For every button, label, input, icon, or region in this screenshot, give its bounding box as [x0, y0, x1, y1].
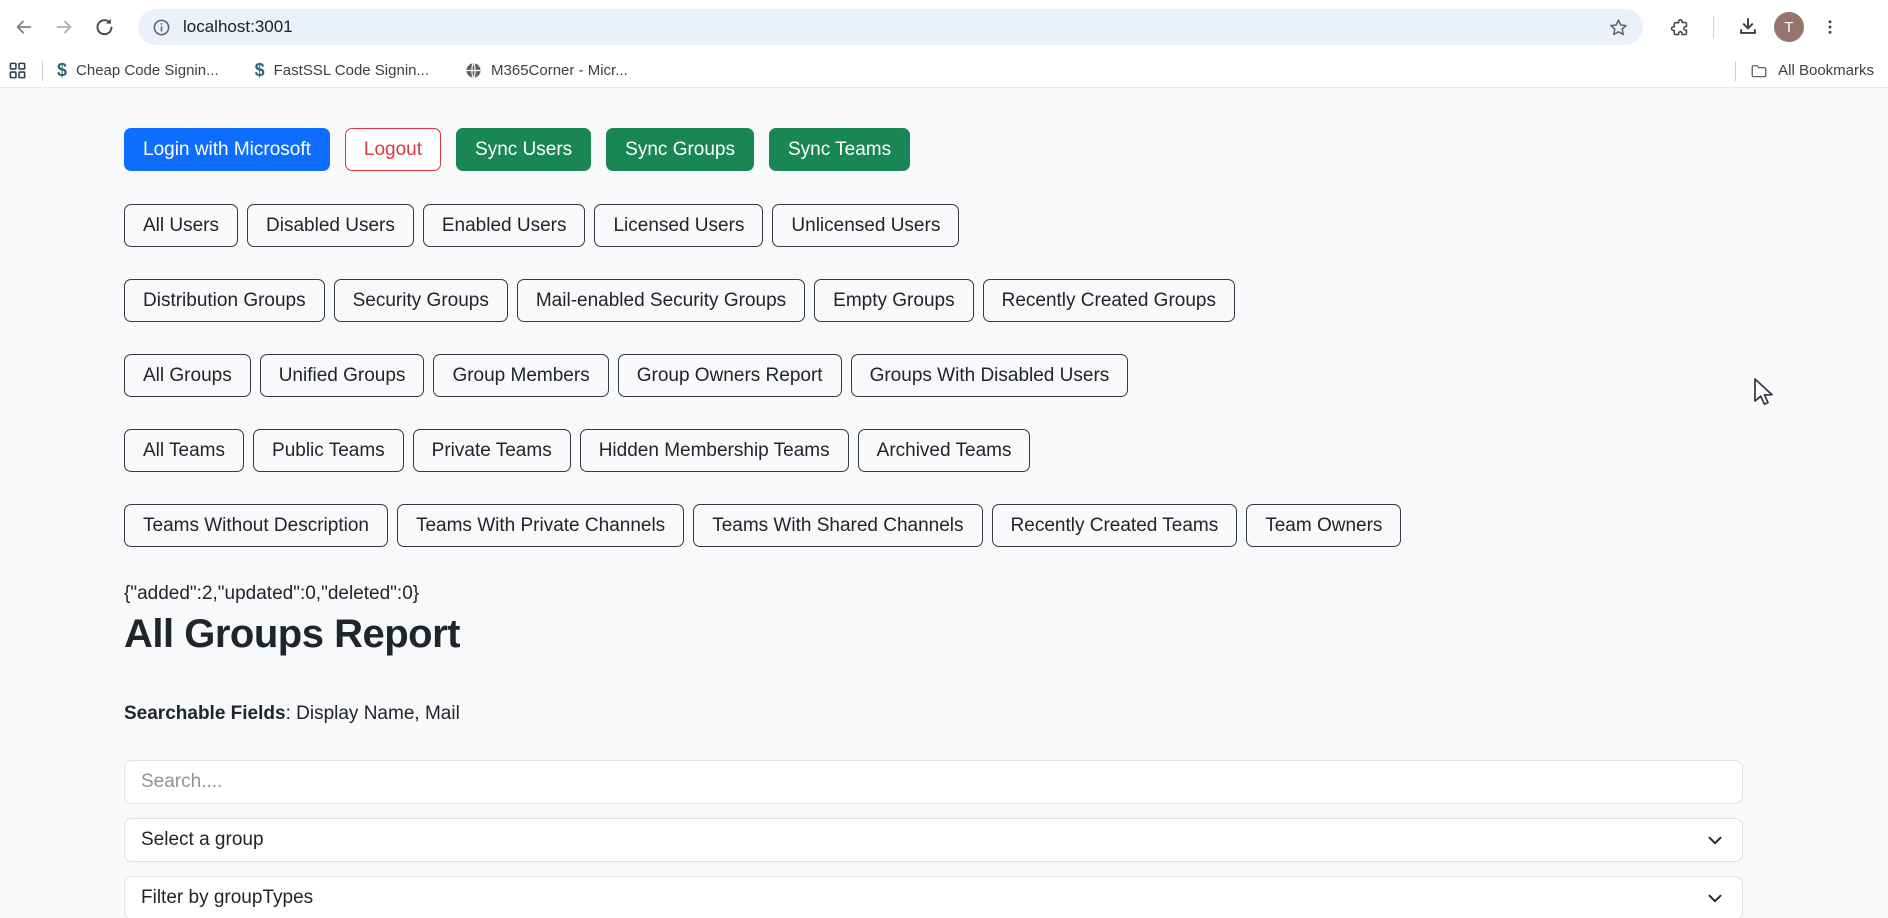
group-members-button[interactable]: Group Members: [433, 354, 608, 397]
search-field-wrap: [124, 760, 1743, 804]
action-buttons-row: Login with Microsoft Logout Sync Users S…: [124, 128, 1888, 171]
sync-groups-button[interactable]: Sync Groups: [606, 128, 754, 171]
empty-groups-button[interactable]: Empty Groups: [814, 279, 973, 322]
unified-groups-button[interactable]: Unified Groups: [260, 354, 425, 397]
group-types-filter-value: Filter by groupTypes: [141, 887, 313, 909]
team-filters-row: All Teams Public Teams Private Teams Hid…: [124, 429, 1888, 472]
reload-icon: [94, 17, 115, 38]
sync-status-text: {"added":2,"updated":0,"deleted":0}: [124, 583, 1888, 605]
distribution-groups-button[interactable]: Distribution Groups: [124, 279, 325, 322]
mail-enabled-security-groups-button[interactable]: Mail-enabled Security Groups: [517, 279, 805, 322]
searchable-fields-value: : Display Name, Mail: [286, 703, 460, 724]
private-teams-button[interactable]: Private Teams: [413, 429, 571, 472]
bookmark-item[interactable]: $ Cheap Code Signin...: [57, 60, 219, 81]
forward-button[interactable]: [44, 7, 84, 47]
recently-created-groups-button[interactable]: Recently Created Groups: [983, 279, 1235, 322]
archived-teams-button[interactable]: Archived Teams: [858, 429, 1031, 472]
group-types-filter-select[interactable]: Filter by groupTypes: [124, 876, 1743, 918]
group-select[interactable]: Select a group: [124, 818, 1743, 862]
all-groups-button[interactable]: All Groups: [124, 354, 251, 397]
globe-icon: [465, 62, 482, 79]
teams-with-shared-channels-button[interactable]: Teams With Shared Channels: [693, 504, 982, 547]
page-content: Login with Microsoft Logout Sync Users S…: [0, 88, 1888, 918]
extensions-button[interactable]: [1659, 7, 1699, 47]
all-users-button[interactable]: All Users: [124, 204, 238, 247]
teams-with-private-channels-button[interactable]: Teams With Private Channels: [397, 504, 684, 547]
back-icon: [13, 16, 35, 38]
download-icon: [1737, 16, 1759, 38]
group-filters-row: All Groups Unified Groups Group Members …: [124, 354, 1888, 397]
unlicensed-users-button[interactable]: Unlicensed Users: [772, 204, 959, 247]
groups-with-disabled-users-button[interactable]: Groups With Disabled Users: [851, 354, 1129, 397]
teams-without-description-button[interactable]: Teams Without Description: [124, 504, 388, 547]
folder-icon: [1750, 62, 1768, 80]
user-filters-row: All Users Disabled Users Enabled Users L…: [124, 204, 1888, 247]
sync-users-button[interactable]: Sync Users: [456, 128, 591, 171]
avatar[interactable]: T: [1774, 12, 1804, 42]
bookmarks-separator: [42, 61, 43, 81]
enabled-users-button[interactable]: Enabled Users: [423, 204, 586, 247]
recently-created-teams-button[interactable]: Recently Created Teams: [992, 504, 1238, 547]
login-with-microsoft-button[interactable]: Login with Microsoft: [124, 128, 330, 171]
back-button[interactable]: [4, 7, 44, 47]
group-kind-filters-row: Distribution Groups Security Groups Mail…: [124, 279, 1888, 322]
page-title: All Groups Report: [124, 612, 1888, 657]
team-owners-button[interactable]: Team Owners: [1246, 504, 1401, 547]
group-owners-report-button[interactable]: Group Owners Report: [618, 354, 842, 397]
security-groups-button[interactable]: Security Groups: [334, 279, 508, 322]
extensions-icon: [1669, 17, 1690, 38]
hidden-membership-teams-button[interactable]: Hidden Membership Teams: [580, 429, 849, 472]
public-teams-button[interactable]: Public Teams: [253, 429, 404, 472]
logout-button[interactable]: Logout: [345, 128, 441, 171]
bookmark-item[interactable]: $ FastSSL Code Signin...: [255, 60, 429, 81]
bookmark-star-icon[interactable]: [1608, 17, 1629, 38]
url-bar[interactable]: localhost:3001: [138, 9, 1643, 45]
reload-button[interactable]: [84, 7, 124, 47]
chevron-down-icon: [1704, 887, 1726, 909]
dollar-icon: $: [57, 60, 67, 81]
toolbar-separator: [1713, 16, 1714, 38]
dollar-icon: $: [255, 60, 265, 81]
bookmarks-bar: $ Cheap Code Signin... $ FastSSL Code Si…: [0, 54, 1888, 88]
disabled-users-button[interactable]: Disabled Users: [247, 204, 414, 247]
searchable-fields-label: Searchable Fields: [124, 703, 286, 724]
apps-grid-icon: [8, 61, 27, 80]
team-extra-filters-row: Teams Without Description Teams With Pri…: [124, 504, 1888, 547]
group-select-value: Select a group: [141, 829, 264, 851]
licensed-users-button[interactable]: Licensed Users: [594, 204, 763, 247]
info-icon[interactable]: [152, 18, 171, 37]
browser-menu-button[interactable]: [1810, 7, 1850, 47]
search-input[interactable]: [141, 771, 1726, 793]
downloads-button[interactable]: [1728, 7, 1768, 47]
all-bookmarks[interactable]: All Bookmarks: [1735, 61, 1874, 81]
kebab-menu-icon: [1821, 18, 1839, 36]
searchable-fields-line: Searchable Fields: Display Name, Mail: [124, 703, 1888, 725]
bookmark-item[interactable]: M365Corner - Micr...: [465, 62, 628, 79]
apps-grid-button[interactable]: [2, 56, 32, 86]
bookmarks-separator: [1735, 61, 1736, 81]
forward-icon: [53, 16, 75, 38]
sync-teams-button[interactable]: Sync Teams: [769, 128, 910, 171]
all-teams-button[interactable]: All Teams: [124, 429, 244, 472]
browser-toolbar: localhost:3001 T: [0, 0, 1888, 54]
url-text: localhost:3001: [183, 17, 293, 37]
chevron-down-icon: [1704, 829, 1726, 851]
